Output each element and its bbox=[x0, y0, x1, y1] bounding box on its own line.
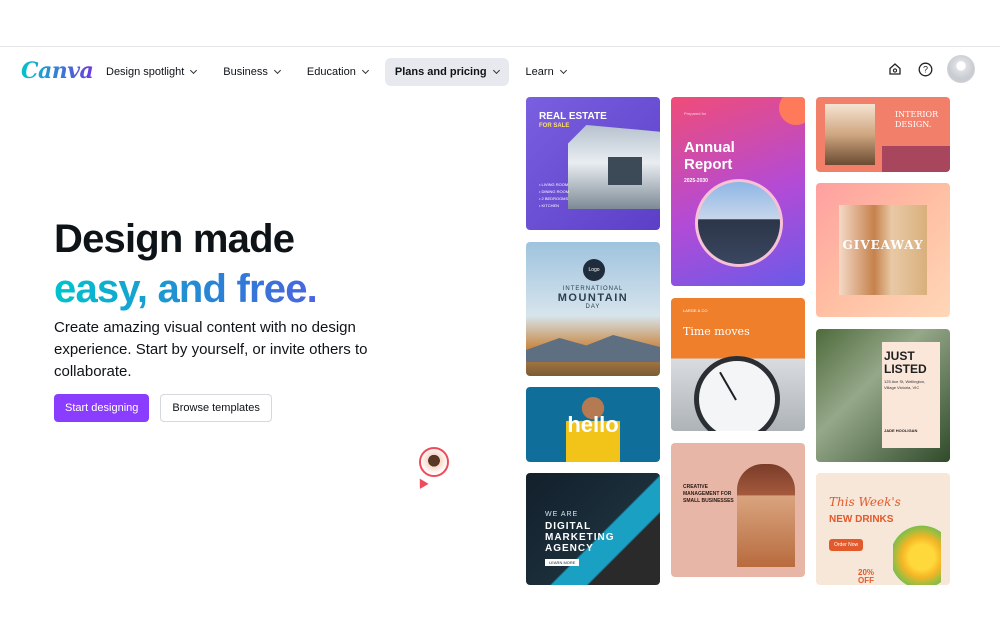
collaborator-avatar bbox=[419, 447, 449, 477]
template-time-moves[interactable]: LARGE & CO Time moves bbox=[671, 298, 805, 431]
nav-education[interactable]: Education bbox=[297, 58, 378, 86]
feature-item: • LIVING ROOM bbox=[539, 182, 569, 187]
headline-line: AGENCY bbox=[545, 543, 594, 554]
person-image bbox=[737, 464, 795, 567]
title-line: DESIGN. bbox=[895, 120, 932, 129]
template-years: 2025-2030 bbox=[684, 178, 708, 184]
template-feature-list: • LIVING ROOM • DINING ROOM • 2 BEDROOMS… bbox=[539, 181, 569, 209]
template-digital-marketing[interactable]: WE ARE DIGITAL MARKETING AGENCY LEARN MO… bbox=[526, 473, 660, 585]
template-agent: JADE HOOLIGAN bbox=[884, 428, 918, 433]
template-interior-design[interactable]: INTERIOR DESIGN. bbox=[816, 97, 950, 172]
template-subtitle: FOR SALE bbox=[539, 123, 570, 129]
template-promo: 20% OFF bbox=[858, 569, 874, 585]
template-annual-report[interactable]: Prepared for Annual Report 2025-2030 bbox=[671, 97, 805, 286]
template-line2: MOUNTAIN bbox=[557, 292, 629, 304]
clock-image bbox=[694, 356, 780, 431]
template-line2: NEW DRINKS bbox=[829, 514, 894, 525]
start-designing-button[interactable]: Start designing bbox=[54, 394, 150, 422]
template-title: Time moves bbox=[683, 325, 750, 338]
feature-item: • DINING ROOM bbox=[539, 189, 570, 194]
nav-business[interactable]: Business bbox=[213, 58, 290, 86]
template-line1: This Week's bbox=[829, 495, 901, 509]
title-line: LISTED bbox=[884, 362, 927, 376]
nav-label: Education bbox=[306, 66, 356, 78]
nav-actions: ? bbox=[887, 55, 975, 83]
nav-menu: Design spotlight Business Education Plan… bbox=[96, 58, 583, 86]
template-text: CREATIVE MANAGEMENT FOR SMALL BUSINESSES bbox=[683, 484, 734, 504]
chevron-down-icon bbox=[273, 66, 281, 75]
home-icon[interactable] bbox=[887, 61, 903, 77]
template-hello[interactable]: hello bbox=[526, 387, 660, 462]
hero-title-line2: easy, and free. bbox=[54, 264, 454, 314]
title-line: Report bbox=[684, 156, 733, 173]
chevron-down-icon bbox=[492, 66, 500, 75]
main-nav: Canva Design spotlight Business Educatio… bbox=[0, 47, 1000, 97]
template-small-text: Prepared for bbox=[684, 111, 707, 116]
template-line1: WE ARE bbox=[545, 511, 579, 518]
template-title: REAL ESTATE bbox=[539, 111, 607, 122]
hero-buttons: Start designing Browse templates bbox=[54, 394, 454, 422]
logo-badge: Logo bbox=[583, 259, 605, 281]
template-text: GIVEAWAY bbox=[842, 238, 924, 252]
chevron-down-icon bbox=[361, 66, 369, 75]
feature-item: • KITCHEN bbox=[539, 203, 560, 208]
chevron-down-icon bbox=[559, 66, 567, 75]
nav-label: Learn bbox=[525, 66, 554, 78]
template-title: JUST LISTED bbox=[884, 350, 927, 376]
title-line: Annual bbox=[684, 139, 735, 156]
nav-plans-and-pricing[interactable]: Plans and pricing bbox=[384, 58, 509, 86]
template-headline: DIGITAL MARKETING AGENCY bbox=[545, 521, 615, 554]
template-cta: LEARN MORE bbox=[545, 559, 580, 566]
collaborator-cursor-icon bbox=[415, 476, 429, 489]
hero-title-line1: Design made bbox=[54, 217, 295, 261]
template-mountain-day[interactable]: Logo INTERNATIONAL MOUNTAIN DAY bbox=[526, 242, 660, 376]
template-giveaway[interactable]: GIVEAWAY bbox=[816, 183, 950, 317]
svg-text:?: ? bbox=[922, 64, 927, 74]
headline-line: MARKETING bbox=[545, 532, 615, 543]
template-just-listed[interactable]: JUST LISTED 125 Ave St, Wellington, Vill… bbox=[816, 329, 950, 462]
canva-logo[interactable]: Canva bbox=[21, 58, 94, 84]
nav-label: Design spotlight bbox=[106, 66, 185, 78]
template-address: 125 Ave St, Wellington, Village Victoria… bbox=[884, 379, 926, 390]
headline-line: DIGITAL bbox=[545, 521, 592, 532]
title-line: INTERIOR bbox=[895, 110, 939, 119]
nav-design-spotlight[interactable]: Design spotlight bbox=[96, 58, 206, 86]
template-real-estate[interactable]: REAL ESTATE FOR SALE • LIVING ROOM • DIN… bbox=[526, 97, 660, 230]
decor-block bbox=[882, 146, 950, 172]
drink-image bbox=[893, 523, 941, 585]
template-title: INTERIOR DESIGN. bbox=[895, 110, 938, 130]
hero-subtitle: Create amazing visual content with no de… bbox=[54, 319, 368, 380]
template-new-drinks[interactable]: This Week's NEW DRINKS Order Now 20% OFF bbox=[816, 473, 950, 585]
chevron-down-icon bbox=[190, 66, 198, 75]
template-brand: LARGE & CO bbox=[683, 308, 708, 313]
hero: Design made easy, and free. Create amazi… bbox=[54, 214, 454, 422]
room-image bbox=[825, 104, 875, 165]
house-window bbox=[608, 157, 642, 185]
nav-label: Business bbox=[223, 66, 268, 78]
template-text: hello bbox=[567, 412, 619, 437]
template-line3: DAY bbox=[585, 304, 601, 310]
template-creative-management[interactable]: CREATIVE MANAGEMENT FOR SMALL BUSINESSES bbox=[671, 443, 805, 577]
browse-templates-button[interactable]: Browse templates bbox=[160, 394, 272, 422]
feature-item: • 2 BEDROOMS bbox=[539, 196, 569, 201]
nav-learn[interactable]: Learn bbox=[516, 58, 576, 86]
decor-circle bbox=[779, 97, 805, 125]
help-icon[interactable]: ? bbox=[917, 61, 933, 77]
template-title: Annual Report bbox=[684, 139, 735, 173]
user-avatar[interactable] bbox=[947, 55, 975, 83]
promo-line: OFF bbox=[858, 576, 874, 585]
nav-label: Plans and pricing bbox=[394, 66, 487, 78]
city-image bbox=[695, 179, 783, 267]
template-cta: Order Now bbox=[829, 539, 864, 551]
mountain-image bbox=[526, 335, 660, 362]
